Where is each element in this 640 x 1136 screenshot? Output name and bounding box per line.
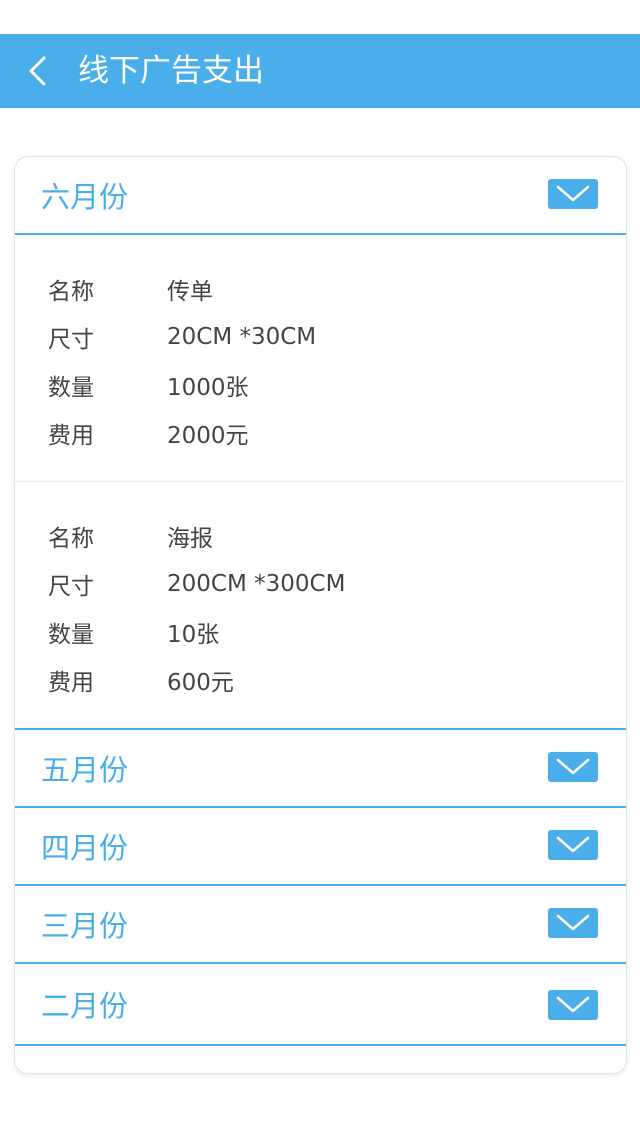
row-value: 600元 (167, 670, 234, 696)
chevron-down-icon (556, 914, 590, 931)
page-title: 线下广告支出 (78, 53, 264, 89)
item-row-size: 尺寸 200CM *300CM (15, 560, 626, 608)
row-label: 数量 (48, 622, 94, 648)
item-row-quantity: 数量 1000张 (15, 361, 626, 409)
chevron-down-icon (556, 836, 590, 853)
section-body-june: 名称 传单 尺寸 20CM *30CM 数量 1000张 费用 2000元 名称… (15, 235, 626, 730)
section-title: 四月份 (41, 831, 129, 865)
status-bar (0, 0, 640, 35)
row-value: 2000元 (167, 423, 249, 449)
row-value: 200CM *300CM (167, 571, 346, 597)
section-title: 二月份 (41, 989, 129, 1023)
chevron-down-icon (556, 758, 590, 775)
expand-toggle-button[interactable] (548, 179, 598, 209)
row-label: 名称 (48, 279, 94, 305)
app-header: 线下广告支出 (0, 34, 640, 108)
row-value: 20CM *30CM (167, 324, 317, 350)
section-header-may[interactable]: 五月份 (15, 730, 626, 808)
chevron-down-icon (556, 185, 590, 202)
expand-toggle-button[interactable] (548, 908, 598, 938)
row-label: 尺寸 (48, 574, 94, 600)
chevron-left-icon (29, 56, 46, 86)
row-label: 数量 (48, 375, 94, 401)
row-value: 海报 (167, 526, 213, 552)
expand-toggle-button[interactable] (548, 752, 598, 782)
chevron-down-icon (556, 996, 590, 1013)
section-header-april[interactable]: 四月份 (15, 808, 626, 886)
ad-item: 名称 传单 尺寸 20CM *30CM 数量 1000张 费用 2000元 (15, 235, 626, 481)
section-title: 三月份 (41, 909, 129, 943)
section-header-february[interactable]: 二月份 (15, 964, 626, 1046)
ad-item: 名称 海报 尺寸 200CM *300CM 数量 10张 费用 600元 (15, 481, 626, 728)
item-row-cost: 费用 2000元 (15, 409, 626, 457)
section-header-march[interactable]: 三月份 (15, 886, 626, 964)
expand-toggle-button[interactable] (548, 830, 598, 860)
row-value: 传单 (167, 279, 213, 305)
row-value: 10张 (167, 622, 220, 648)
item-row-name: 名称 传单 (15, 265, 626, 313)
row-label: 名称 (48, 526, 94, 552)
expand-toggle-button[interactable] (548, 990, 598, 1020)
item-row-cost: 费用 600元 (15, 656, 626, 704)
row-value: 1000张 (167, 375, 249, 401)
row-label: 费用 (48, 670, 94, 696)
section-title: 五月份 (41, 753, 129, 787)
item-row-name: 名称 海报 (15, 512, 626, 560)
row-label: 费用 (48, 423, 94, 449)
item-row-quantity: 数量 10张 (15, 608, 626, 656)
item-row-size: 尺寸 20CM *30CM (15, 313, 626, 361)
back-button[interactable] (26, 56, 50, 86)
section-header-june[interactable]: 六月份 (15, 157, 626, 235)
section-title: 六月份 (41, 180, 129, 214)
ad-expense-card: 六月份 名称 传单 尺寸 20CM *30CM 数量 1000张 费用 2000… (14, 156, 627, 1074)
row-label: 尺寸 (48, 327, 94, 353)
